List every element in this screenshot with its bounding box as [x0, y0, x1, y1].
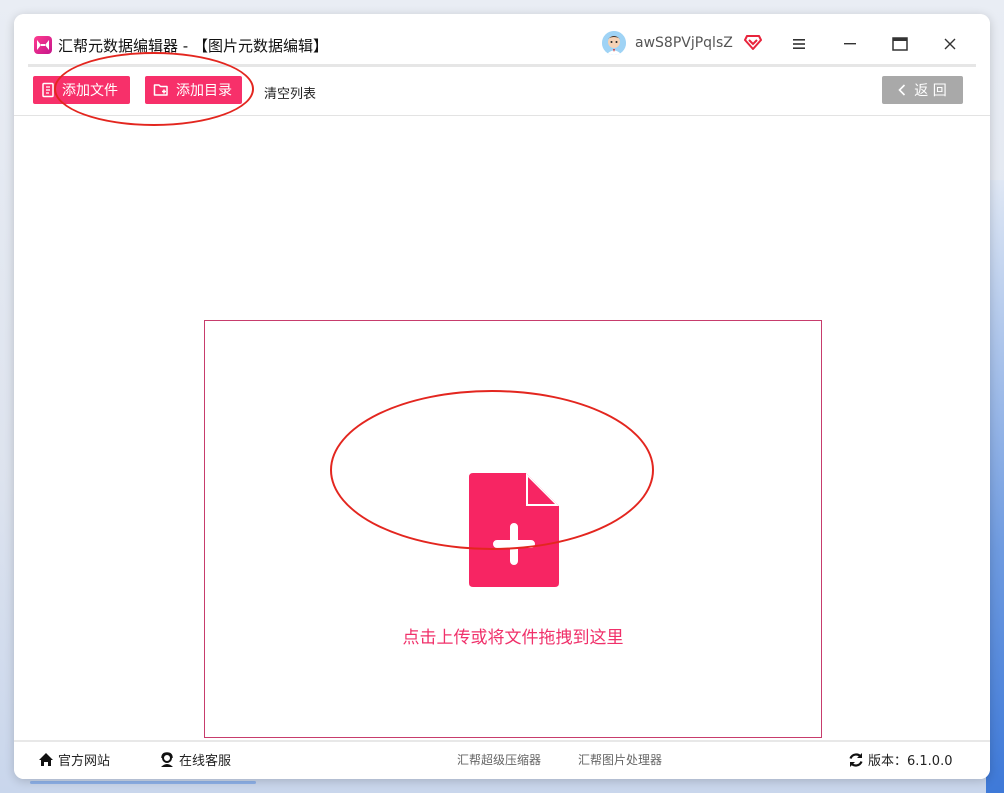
official-website-label: 官方网站 — [58, 754, 111, 769]
maximize-icon — [892, 37, 908, 51]
title-bar[interactable]: 汇帮元数据编辑器 - 【图片元数据编辑】 awS8PVjPqlsZ — [14, 14, 990, 64]
add-folder-button[interactable]: 添加目录 — [145, 76, 242, 104]
clear-list-button[interactable]: 清空列表 — [264, 83, 316, 102]
close-icon — [944, 38, 956, 50]
avatar[interactable] — [602, 31, 626, 55]
online-support-label: 在线客服 — [179, 754, 232, 769]
add-file-label: 添加文件 — [62, 83, 118, 99]
image-tool-link[interactable]: 汇帮图片处理器 — [578, 751, 662, 768]
drop-zone-hint[interactable]: 点击上传或将文件拖拽到这里 — [205, 623, 821, 648]
menu-button[interactable] — [779, 28, 819, 60]
close-button[interactable] — [930, 28, 970, 60]
menu-icon — [793, 39, 805, 49]
version-label: 版本：6.1.0.0 — [868, 754, 953, 769]
vip-diamond-icon[interactable] — [744, 33, 762, 55]
add-file-button[interactable]: 添加文件 — [33, 76, 130, 104]
add-file-icon — [41, 82, 57, 98]
online-support-link[interactable]: 在线客服 — [159, 750, 231, 769]
app-window: 汇帮元数据编辑器 - 【图片元数据编辑】 awS8PVjPqlsZ 添加文件 添… — [14, 14, 990, 779]
app-logo — [34, 36, 52, 54]
chevron-left-icon — [898, 84, 906, 96]
version-info[interactable]: 版本：6.1.0.0 — [848, 750, 952, 769]
official-website-link[interactable]: 官方网站 — [38, 750, 110, 769]
maximize-button[interactable] — [880, 28, 920, 60]
add-folder-icon — [153, 82, 171, 98]
desktop-taskbar-line — [30, 781, 256, 784]
status-bar: 官方网站 在线客服 汇帮超级压缩器 汇帮图片处理器 版本：6.1.0.0 — [14, 740, 990, 779]
back-button[interactable]: 返 回 — [882, 76, 963, 104]
minimize-button[interactable] — [830, 28, 870, 60]
compressor-link[interactable]: 汇帮超级压缩器 — [457, 751, 541, 768]
minimize-icon — [844, 43, 856, 45]
home-icon — [38, 752, 54, 767]
username[interactable]: awS8PVjPqlsZ — [635, 35, 733, 51]
file-drop-zone[interactable]: 点击上传或将文件拖拽到这里 — [204, 320, 822, 738]
main-content: 点击上传或将文件拖拽到这里 — [30, 116, 974, 740]
back-label: 返 回 — [914, 83, 947, 99]
add-folder-label: 添加目录 — [176, 83, 232, 99]
support-icon — [159, 751, 175, 768]
refresh-icon — [848, 752, 864, 768]
file-plus-icon[interactable] — [469, 473, 559, 591]
toolbar: 添加文件 添加目录 清空列表 返 回 — [14, 67, 990, 116]
window-title: 汇帮元数据编辑器 - 【图片元数据编辑】 — [58, 37, 328, 55]
